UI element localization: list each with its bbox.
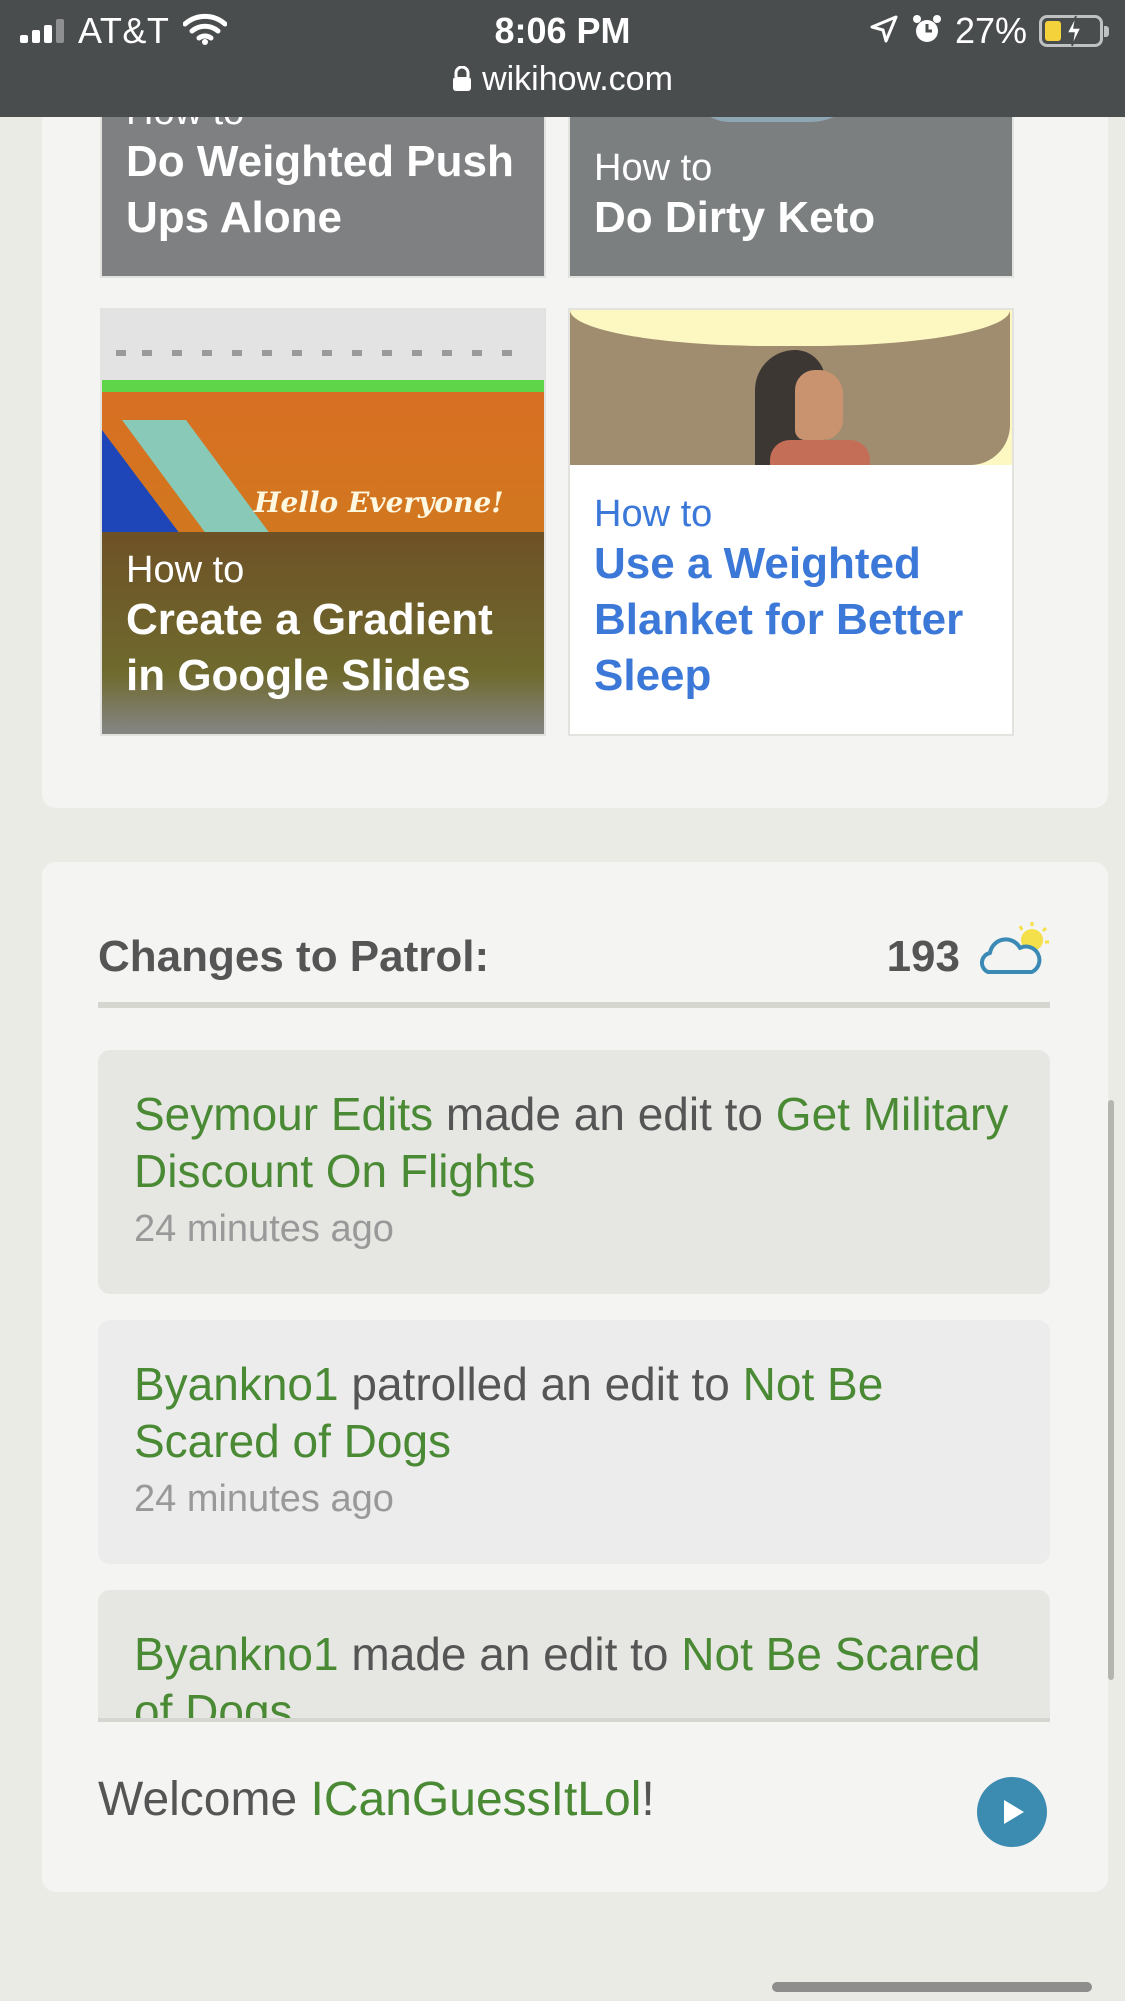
action-text: made an edit to <box>338 1628 682 1680</box>
list-item: Byankno1 patrolled an edit to Not Be Sca… <box>98 1320 1050 1564</box>
patrol-feed[interactable]: Seymour Edits made an edit to Get Milita… <box>98 1050 1050 1722</box>
patrol-header: Changes to Patrol: 193 <box>98 922 1050 1008</box>
timestamp: 24 minutes ago <box>134 1478 394 1520</box>
battery-charging-icon <box>1039 15 1109 47</box>
feed-text: Seymour Edits made an edit to Get Milita… <box>134 1086 1014 1200</box>
address-bar[interactable]: wikihow.com <box>0 60 1125 101</box>
tile-caption: How to Use a Weighted Blanket for Better… <box>570 492 1012 734</box>
user-link[interactable]: Byankno1 <box>134 1358 339 1410</box>
welcome-user-link[interactable]: ICanGuessItLol <box>311 1773 642 1826</box>
feed-text: Byankno1 patrolled an edit to Not Be Sca… <box>134 1356 1014 1470</box>
battery-percent: 27% <box>954 10 1027 51</box>
tile-image <box>102 310 544 380</box>
feed-text: Byankno1 made an edit to Not Be Scared o… <box>134 1626 1014 1718</box>
list-item: Byankno1 made an edit to Not Be Scared o… <box>98 1590 1050 1718</box>
tile-prefix: How to <box>594 147 713 189</box>
tile-prefix: How to <box>126 549 245 591</box>
tile-image-detail <box>102 380 544 392</box>
status-right: 27% <box>869 10 1109 52</box>
welcome-prefix: Welcome <box>98 1773 311 1826</box>
tile-caption: How to Create a Gradient in Google Slide… <box>102 548 544 734</box>
page: AT&T 8:06 PM wikihow.com 27% Do Weighted… <box>0 0 1125 2001</box>
patrol-widget: Changes to Patrol: 193 Seymour Edits mad… <box>42 862 1108 1892</box>
partly-cloudy-icon <box>976 920 1050 985</box>
related-article-tile[interactable]: How to Use a Weighted Blanket for Better… <box>568 308 1014 736</box>
related-article-tile[interactable]: Hello Everyone! How to Create a Gradient… <box>100 308 546 736</box>
tile-title: Use a Weighted Blanket for Better Sleep <box>594 539 964 700</box>
status-bar: AT&T 8:06 PM wikihow.com 27% <box>0 0 1125 117</box>
tile-title: Do Weighted Push Ups Alone <box>126 137 514 242</box>
patrol-count: 193 <box>886 932 960 981</box>
tile-caption: How to Do Dirty Keto <box>570 146 1012 276</box>
related-articles-card: How to Do Weighted Push Ups Alone How to… <box>42 20 1108 808</box>
patrol-title: Changes to Patrol: <box>98 932 490 981</box>
list-item: Seymour Edits made an edit to Get Milita… <box>98 1050 1050 1294</box>
welcome-message: Welcome ICanGuessItLol! <box>98 1772 655 1827</box>
tile-image <box>570 310 1012 465</box>
user-link[interactable]: Seymour Edits <box>134 1088 433 1140</box>
play-icon <box>1004 1800 1024 1824</box>
tile-image-text: Hello Everyone! <box>254 486 504 519</box>
action-text: patrolled an edit to <box>338 1358 743 1410</box>
play-button[interactable] <box>977 1777 1047 1847</box>
alarm-icon <box>911 13 943 50</box>
lock-icon <box>452 62 472 101</box>
tile-prefix: How to <box>594 493 713 535</box>
tile-title: Create a Gradient in Google Slides <box>126 595 493 700</box>
home-indicator[interactable] <box>772 1982 1092 1992</box>
url-text: wikihow.com <box>482 60 673 98</box>
welcome-suffix: ! <box>641 1773 655 1826</box>
timestamp: 24 minutes ago <box>134 1208 394 1250</box>
tile-title: Do Dirty Keto <box>594 193 876 242</box>
tile-caption: How to Do Weighted Push Ups Alone <box>102 90 544 276</box>
action-text: made an edit to <box>433 1088 776 1140</box>
page-scrollbar[interactable] <box>1108 1100 1114 1680</box>
location-arrow-icon <box>869 14 899 49</box>
user-link[interactable]: Byankno1 <box>134 1628 339 1680</box>
